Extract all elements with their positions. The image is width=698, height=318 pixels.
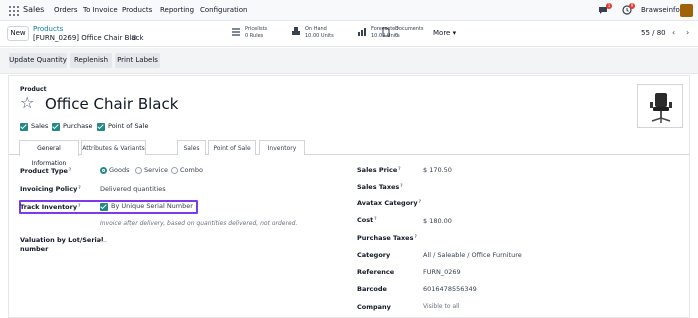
invoicing-policy-value[interactable]: Delivered quantities <box>100 185 166 193</box>
replenish-button[interactable]: Replenish <box>70 53 112 68</box>
track-inventory-value[interactable]: By Unique Serial Number <box>111 202 193 210</box>
apps-grid-icon[interactable] <box>9 6 19 16</box>
breadcrumb-current: [FURN_0269] Office Chair Black <box>33 34 144 42</box>
breadcrumb-products[interactable]: Products <box>33 25 63 33</box>
chevron-right-icon[interactable]: › <box>686 28 689 37</box>
smart-value: 10.00 Units <box>305 33 334 39</box>
barcode-label: Barcode <box>357 285 387 293</box>
cost-label: Cost? <box>357 216 377 224</box>
purchase-taxes-label: Purchase Taxes? <box>357 234 417 242</box>
chat-badge: 1 <box>606 3 612 9</box>
control-panel: New Products [FURN_0269] Office Chair Bl… <box>0 21 698 47</box>
cost-value[interactable]: $ 180.00 <box>423 217 452 225</box>
print-labels-button[interactable]: Print Labels <box>115 53 160 68</box>
tab-point-of-sale[interactable]: Point of Sale <box>208 140 256 155</box>
radio-goods-label: Goods <box>109 166 130 174</box>
reference-value[interactable]: FURN_0269 <box>423 268 461 276</box>
valuation-checkbox[interactable] <box>100 241 107 242</box>
product-type-label: Product Type? <box>20 167 72 175</box>
invoice-policy-hint: Invoice after delivery, based on quantit… <box>100 220 298 227</box>
file-icon <box>382 27 390 37</box>
smart-value: 0 Rules <box>245 33 264 39</box>
sales-taxes-label: Sales Taxes? <box>357 183 403 191</box>
barcode-value[interactable]: 6016478556349 <box>423 285 477 293</box>
chevron-left-icon[interactable]: ‹ <box>672 28 675 37</box>
product-label: Product <box>20 86 47 93</box>
tab-inventory[interactable]: Inventory <box>259 140 305 155</box>
chair-image <box>650 93 672 123</box>
company-value[interactable]: Visible to all <box>423 303 459 310</box>
menu-reporting[interactable]: Reporting <box>160 6 194 14</box>
caret-down-icon: ▾ <box>452 29 457 37</box>
action-bar: Update Quantity Replenish Print Labels <box>0 48 698 74</box>
sales-checkbox-label: Sales <box>31 122 49 130</box>
menu-configuration[interactable]: Configuration <box>200 6 247 14</box>
pager-value[interactable]: 55 / 80 <box>641 29 666 37</box>
product-image[interactable] <box>637 84 683 128</box>
smart-button-on-hand[interactable]: On Hand 10.00 Units <box>291 24 351 44</box>
menu-to-invoice[interactable]: To Invoice <box>83 6 118 14</box>
more-dropdown[interactable]: More ▾ <box>433 29 456 37</box>
avatax-category-label: Avatax Category? <box>357 199 421 207</box>
radio-combo-label: Combo <box>180 166 203 174</box>
radio-service-label: Service <box>144 166 169 174</box>
valuation-label: Valuation by Lot/Serial <box>20 236 104 244</box>
category-value[interactable]: All / Saleable / Office Furniture <box>423 251 522 259</box>
track-inventory-checkbox[interactable] <box>100 203 108 211</box>
update-quantity-button[interactable]: Update Quantity <box>9 53 67 68</box>
category-label: Category <box>357 251 391 259</box>
user-avatar[interactable] <box>680 4 693 17</box>
smart-label: Documents <box>395 26 424 32</box>
new-button[interactable]: New <box>7 26 29 41</box>
cubes-icon <box>292 27 300 35</box>
track-inventory-label: Track Inventory? <box>20 203 81 211</box>
activity-badge: 9 <box>629 3 635 9</box>
purchase-checkbox[interactable] <box>52 123 60 131</box>
smart-button-pricelists[interactable]: Pricelists 0 Rules <box>231 24 281 44</box>
radio-combo[interactable] <box>171 167 178 174</box>
gear-icon[interactable]: ⚙ <box>131 34 137 42</box>
top-navbar: Sales Orders To Invoice Products Reporti… <box>0 0 698 21</box>
valuation-label-cont: number <box>20 245 49 253</box>
reference-label: Reference <box>357 268 395 276</box>
purchase-checkbox-label: Purchase <box>63 122 93 130</box>
sales-price-value[interactable]: $ 170.50 <box>423 166 452 174</box>
tab-attributes-variants[interactable]: Attributes & Variants <box>81 140 146 155</box>
form-sheet: Product ☆ Office Chair Black Sales Purch… <box>8 75 690 318</box>
sales-checkbox[interactable] <box>20 123 28 131</box>
sales-price-label: Sales Price? <box>357 166 401 174</box>
company-label: Company <box>357 303 391 311</box>
list-icon <box>232 28 240 36</box>
tab-general-information[interactable]: General Information <box>19 140 79 167</box>
star-icon[interactable]: ☆ <box>20 94 34 112</box>
radio-service[interactable] <box>135 167 142 174</box>
smart-value: 0 <box>395 33 399 39</box>
company-switcher[interactable]: Brawseinfo <box>641 6 680 14</box>
radio-goods[interactable] <box>100 167 107 174</box>
menu-products[interactable]: Products <box>122 6 152 14</box>
invoicing-policy-label: Invoicing Policy? <box>20 185 81 193</box>
app-name[interactable]: Sales <box>23 5 44 14</box>
pos-checkbox[interactable] <box>97 123 105 131</box>
pos-checkbox-label: Point of Sale <box>108 122 149 130</box>
smart-label: On Hand <box>305 26 327 32</box>
more-label: More <box>433 29 451 37</box>
smart-label: Pricelists <box>245 26 268 32</box>
product-title[interactable]: Office Chair Black <box>45 95 178 113</box>
notebook-tabs: General Information Attributes & Variant… <box>9 138 689 167</box>
menu-orders[interactable]: Orders <box>54 6 78 14</box>
tab-sales[interactable]: Sales <box>177 140 206 155</box>
smart-button-documents[interactable]: Documents 0 <box>381 24 427 44</box>
chart-icon <box>358 28 366 36</box>
